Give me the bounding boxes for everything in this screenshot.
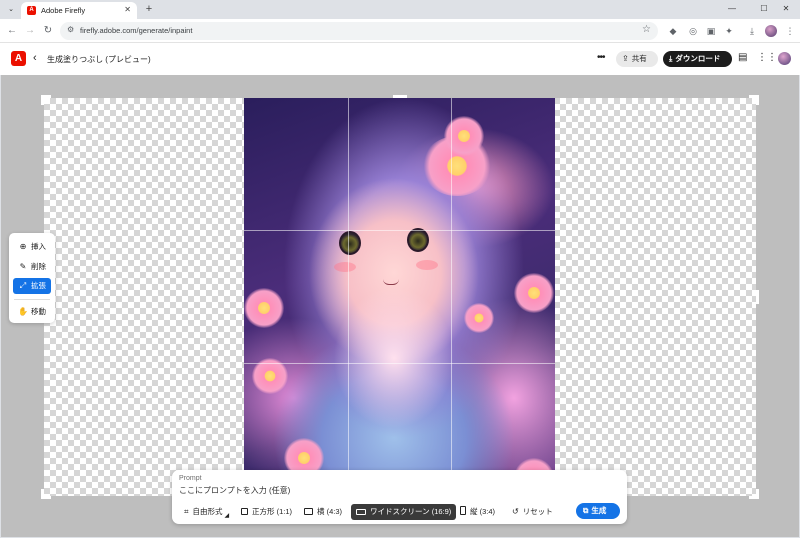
app-header: A ‹ 生成塗りつぶし (プレビュー) ••• ⇪ 共有 ⤓ ダウンロード ▤ ⋮⋮ [0, 43, 800, 75]
eraser-icon: ✎ [19, 262, 27, 271]
forward-arrow-icon[interactable]: → [23, 24, 37, 38]
aspect-portrait[interactable]: 縦 (3:4) [455, 504, 500, 520]
reset-button[interactable]: ↺ リセット [507, 504, 558, 520]
resize-handle-top-left[interactable] [41, 95, 51, 105]
address-url[interactable]: firefly.adobe.com/generate/inpaint [80, 26, 192, 35]
new-tab-button[interactable]: + [142, 2, 156, 16]
tool-insert-label: 挿入 [31, 242, 46, 251]
browser-tab[interactable]: A Adobe Firefly ✕ [21, 2, 137, 19]
background-flower [464, 303, 494, 333]
prompt-input[interactable] [179, 484, 619, 496]
dropdown-corner-icon: ◢ [224, 513, 230, 519]
aspect-portrait-label: 縦 (3:4) [470, 507, 496, 516]
feedback-icon[interactable]: ▤ [738, 52, 747, 63]
back-chevron-icon[interactable]: ‹ [33, 52, 37, 64]
hand-icon: ✋ [18, 307, 28, 316]
rule-of-thirds-line [451, 98, 452, 496]
tool-remove-label: 削除 [31, 262, 46, 271]
reset-label: リセット [522, 507, 553, 516]
aspect-square[interactable]: 正方形 (1:1) [236, 504, 297, 520]
mouth [383, 279, 399, 285]
tool-insert[interactable]: ⊕ 挿入 [13, 239, 51, 255]
square-icon [241, 508, 248, 515]
reset-icon: ↺ [512, 507, 519, 516]
download-tray-icon[interactable]: ⤓ [745, 24, 759, 38]
aspect-widescreen[interactable]: ワイドスクリーン (16:9) [351, 504, 457, 520]
aspect-free-label: 自由形式 [192, 507, 223, 516]
background-flower [514, 273, 554, 313]
browser-menu-icon[interactable]: ⋮ [783, 24, 797, 38]
tool-remove[interactable]: ✎ 削除 [13, 259, 51, 275]
download-icon: ⤓ [669, 54, 673, 63]
close-window-button[interactable]: ✕ [776, 2, 796, 16]
tab-title: Adobe Firefly [41, 6, 86, 15]
landscape-icon [304, 508, 313, 515]
aspect-landscape-label: 横 (4:3) [317, 507, 343, 516]
resize-handle-right[interactable] [756, 290, 759, 304]
site-info-icon[interactable]: ⚙ [67, 25, 74, 34]
right-eye [407, 228, 429, 252]
share-button[interactable]: ⇪ 共有 [616, 51, 658, 67]
browser-tabstrip: ⌄ A Adobe Firefly ✕ + — ☐ ✕ [0, 0, 800, 19]
rule-of-thirds-line [244, 230, 555, 231]
background-flower [244, 288, 284, 328]
aspect-square-label: 正方形 (1:1) [252, 507, 293, 516]
rule-of-thirds-line [244, 363, 555, 364]
generate-label: 生成 [591, 506, 607, 515]
generate-button[interactable]: ⧉ 生成 [576, 503, 620, 519]
widescreen-icon [356, 509, 366, 515]
insert-icon: ⊕ [19, 242, 27, 251]
generate-icon: ⧉ [583, 506, 589, 515]
reload-icon[interactable]: ↻ [41, 24, 55, 38]
resize-handle-bottom-right[interactable] [749, 489, 759, 499]
resize-handle-top[interactable] [393, 95, 407, 98]
adobe-logo-icon[interactable]: A [11, 51, 26, 66]
tool-move-label: 移動 [31, 307, 46, 316]
tab-close-icon[interactable]: ✕ [124, 5, 131, 14]
browser-toolbar: ← → ↻ ⚙ firefly.adobe.com/generate/inpai… [0, 19, 800, 43]
left-eye [339, 231, 361, 255]
tab-search-icon[interactable]: ⌄ [4, 3, 18, 16]
puzzle-extensions-icon[interactable]: ✦ [722, 24, 736, 38]
share-label: 共有 [631, 54, 647, 63]
resize-handle-top-right[interactable] [749, 95, 759, 105]
download-button[interactable]: ⤓ ダウンロード [663, 51, 732, 67]
expand-icon: ⤢ [19, 281, 27, 290]
bookmark-star-icon[interactable]: ☆ [642, 24, 651, 35]
terminal-extension-icon[interactable]: ▣ [704, 24, 718, 38]
crop-icon: ⌗ [184, 507, 189, 516]
prompt-label: Prompt [179, 475, 202, 482]
tool-move[interactable]: ✋ 移動 [13, 304, 51, 320]
left-blush [334, 262, 356, 272]
tool-expand-label: 拡張 [31, 281, 46, 290]
translate-icon[interactable]: ◎ [686, 24, 700, 38]
page-title: 生成塗りつぶし (プレビュー) [47, 55, 151, 64]
apps-grid-icon[interactable]: ⋮⋮ [757, 52, 777, 63]
rule-of-thirds-line [348, 98, 349, 496]
minimize-button[interactable]: — [722, 2, 742, 16]
tool-panel: ⊕ 挿入 ✎ 削除 ⤢ 拡張 ✋ 移動 [9, 233, 55, 323]
adobe-favicon-icon: A [27, 6, 36, 15]
resize-handle-bottom-left[interactable] [41, 489, 51, 499]
address-bar[interactable]: ⚙ firefly.adobe.com/generate/inpaint ☆ [60, 22, 658, 40]
maximize-button[interactable]: ☐ [754, 2, 774, 16]
hair-flower-decoration [444, 116, 484, 156]
right-blush [416, 260, 438, 270]
aspect-landscape[interactable]: 横 (4:3) [299, 504, 347, 520]
more-options-icon[interactable]: ••• [597, 52, 605, 63]
tool-divider [14, 299, 50, 300]
share-icon: ⇪ [622, 54, 629, 63]
user-avatar[interactable] [778, 52, 791, 65]
aspect-free-form[interactable]: ⌗ 自由形式 ◢ [179, 504, 234, 520]
back-arrow-icon[interactable]: ← [5, 24, 19, 38]
tool-expand[interactable]: ⤢ 拡張 [13, 278, 51, 294]
browser-profile-avatar[interactable] [765, 25, 777, 37]
extension-icon[interactable]: ◆ [666, 24, 680, 38]
download-label: ダウンロード [675, 54, 721, 63]
aspect-widescreen-label: ワイドスクリーン (16:9) [370, 507, 452, 516]
anime-girl-image[interactable] [244, 98, 555, 496]
prompt-bar: Prompt ⌗自由形式◢ 正方形 (1:1) 横 (4:3) ワイドスクリーン… [172, 470, 627, 524]
portrait-icon [460, 506, 466, 515]
